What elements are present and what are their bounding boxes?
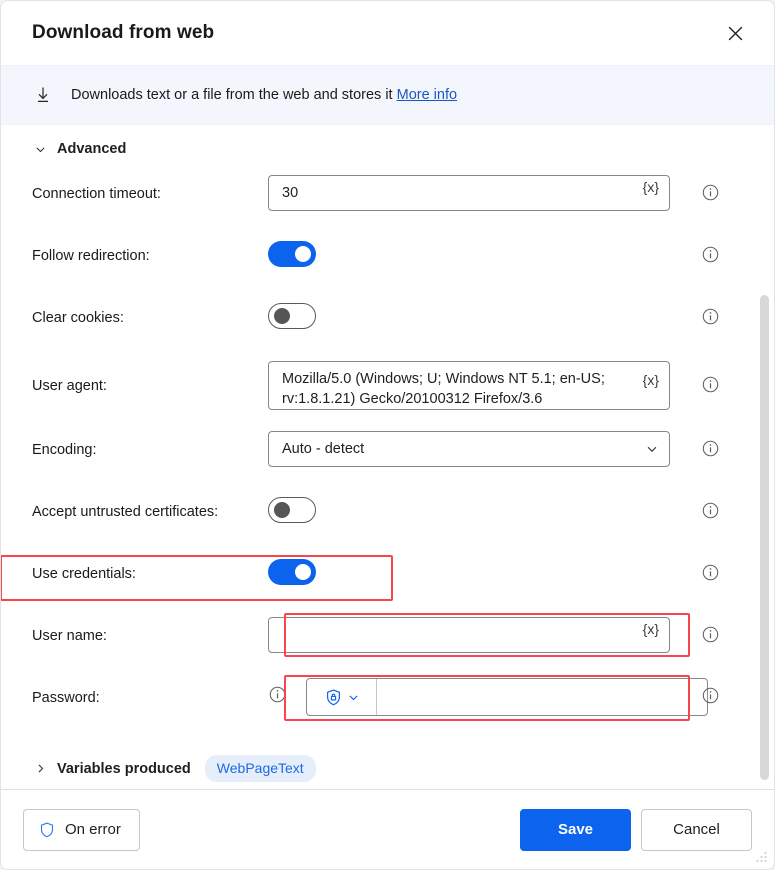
info-icon[interactable] xyxy=(701,375,721,395)
info-icon[interactable] xyxy=(701,307,721,327)
password-control[interactable] xyxy=(306,678,708,716)
accept-untrusted-certificates-toggle[interactable] xyxy=(268,497,316,523)
info-icon[interactable] xyxy=(268,685,288,705)
download-from-web-dialog: Download from web Downloads text or a fi… xyxy=(0,0,775,870)
label-clear-cookies: Clear cookies: xyxy=(32,310,124,326)
resize-grip[interactable] xyxy=(754,850,768,864)
close-icon[interactable] xyxy=(718,16,752,50)
scrollbar-thumb[interactable] xyxy=(760,295,769,780)
variable-picker-button[interactable]: {x} xyxy=(637,176,665,198)
toggle-knob xyxy=(295,564,311,580)
toggle-knob xyxy=(274,502,290,518)
on-error-label: On error xyxy=(65,821,121,838)
download-icon xyxy=(32,84,54,106)
variables-produced-title: Variables produced xyxy=(57,760,191,777)
clear-cookies-toggle[interactable] xyxy=(268,303,316,329)
shield-lock-icon[interactable] xyxy=(307,679,377,715)
user-agent-input[interactable]: Mozilla/5.0 (Windows; U; Windows NT 5.1;… xyxy=(268,361,670,410)
info-icon[interactable] xyxy=(701,686,721,706)
label-follow-redirection: Follow redirection: xyxy=(32,248,150,264)
info-icon[interactable] xyxy=(701,245,721,265)
label-connection-timeout: Connection timeout: xyxy=(32,186,161,202)
user-agent-value: Mozilla/5.0 (Windows; U; Windows NT 5.1;… xyxy=(282,371,609,407)
connection-timeout-input[interactable]: 30 {x} xyxy=(268,175,670,211)
field-row-user-agent: User agent: Mozilla/5.0 (Windows; U; Win… xyxy=(1,353,774,423)
field-row-connection-timeout: Connection timeout: 30 {x} xyxy=(1,167,774,229)
info-icon[interactable] xyxy=(701,439,721,459)
chevron-down-icon xyxy=(32,141,48,157)
variable-chip-webpagetext[interactable]: WebPageText xyxy=(204,755,316,782)
field-row-accept-untrusted-certificates: Accept untrusted certificates: xyxy=(1,485,774,547)
toggle-knob xyxy=(295,246,311,262)
label-user-agent: User agent: xyxy=(32,378,107,394)
label-encoding: Encoding: xyxy=(32,442,97,458)
info-icon[interactable] xyxy=(701,501,721,521)
chevron-down-icon xyxy=(348,694,358,700)
variable-picker-button[interactable]: {x} xyxy=(637,369,665,391)
more-info-link[interactable]: More info xyxy=(397,87,457,103)
dialog-footer: On error Save Cancel xyxy=(1,789,774,869)
use-credentials-toggle[interactable] xyxy=(268,559,316,585)
encoding-dropdown[interactable]: Auto - detect xyxy=(268,431,670,467)
info-icon[interactable] xyxy=(701,625,721,645)
label-use-credentials: Use credentials: xyxy=(32,566,136,582)
page-title: Download from web xyxy=(32,22,215,43)
shield-icon xyxy=(38,821,56,839)
user-name-input[interactable]: {x} xyxy=(268,617,670,653)
on-error-button[interactable]: On error xyxy=(23,808,140,851)
field-row-follow-redirection: Follow redirection: xyxy=(1,229,774,291)
save-button[interactable]: Save xyxy=(520,808,631,851)
password-input[interactable] xyxy=(377,679,707,715)
advanced-section-title: Advanced xyxy=(57,141,127,157)
advanced-fields: Connection timeout: 30 {x} Follow redire… xyxy=(1,161,774,733)
variables-produced-section[interactable]: Variables produced WebPageText xyxy=(1,733,774,782)
field-row-use-credentials: Use credentials: xyxy=(1,547,774,609)
label-accept-untrusted-certificates: Accept untrusted certificates: xyxy=(32,504,219,520)
follow-redirection-toggle[interactable] xyxy=(268,241,316,267)
label-password: Password: xyxy=(32,690,100,706)
variable-picker-button[interactable]: {x} xyxy=(637,618,665,640)
scrollbar-track[interactable] xyxy=(760,125,771,789)
advanced-section-header[interactable]: Advanced xyxy=(1,125,774,161)
field-row-user-name: User name: {x} xyxy=(1,609,774,671)
label-user-name: User name: xyxy=(32,628,107,644)
info-banner: Downloads text or a file from the web an… xyxy=(1,65,774,125)
dialog-body: Advanced Connection timeout: 30 {x} Foll… xyxy=(1,125,774,789)
connection-timeout-value: 30 xyxy=(282,185,299,201)
cancel-button[interactable]: Cancel xyxy=(641,808,752,851)
field-row-password: Password: xyxy=(1,671,774,733)
field-row-clear-cookies: Clear cookies: xyxy=(1,291,774,353)
banner-description: Downloads text or a file from the web an… xyxy=(71,87,393,103)
encoding-value: Auto - detect xyxy=(282,441,365,457)
dialog-titlebar: Download from web xyxy=(1,1,774,65)
toggle-knob xyxy=(274,308,290,324)
banner-text: Downloads text or a file from the web an… xyxy=(71,87,457,103)
field-row-encoding: Encoding: Auto - detect xyxy=(1,423,774,485)
chevron-right-icon xyxy=(32,761,48,777)
info-icon[interactable] xyxy=(701,563,721,583)
info-icon[interactable] xyxy=(701,183,721,203)
chevron-down-icon[interactable] xyxy=(639,438,665,460)
